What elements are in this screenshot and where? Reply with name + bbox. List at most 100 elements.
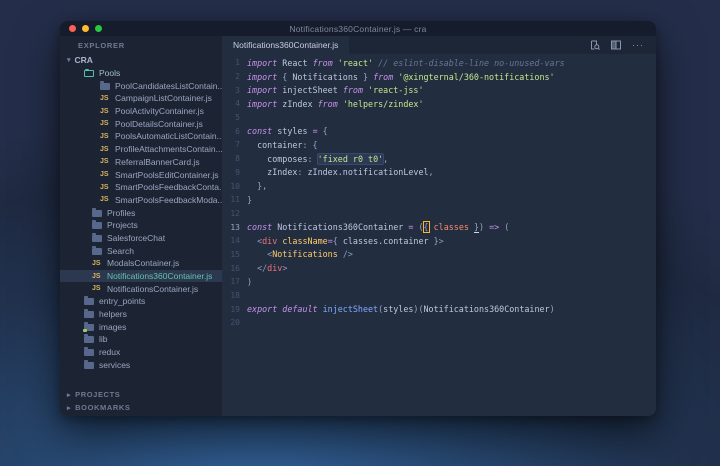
code-line[interactable]: 2 import { Notifications } from '@xingter… — [222, 70, 656, 84]
tree-item[interactable]: JS ReferralBannerCard.js — [60, 156, 222, 169]
tree-item-label: redux — [99, 347, 121, 358]
section-label: BOOKMARKS — [75, 403, 131, 412]
code-line[interactable]: 19 export default injectSheet(styles)(Not… — [222, 302, 656, 316]
code-line-text: import zIndex from 'helpers/zindex' — [247, 98, 424, 109]
line-number: 14 — [230, 236, 240, 246]
tree-item[interactable]: JS Notifications360Container.js — [60, 269, 222, 283]
code-line[interactable]: 9 zIndex: zIndex.notificationLevel, — [222, 166, 656, 180]
file-tree: Pools PoolCandidatesListContain... JS Campa… — [60, 67, 222, 372]
folder-icon — [84, 347, 94, 357]
line-number: 7 — [235, 140, 240, 150]
tree-item-label: Profiles — [107, 207, 136, 218]
line-number: 2 — [235, 72, 240, 82]
tree-item-label: entry_points — [99, 296, 146, 307]
code-line[interactable]: 3 import injectSheet from 'react-jss' — [222, 83, 656, 97]
code-line-text: container: { — [247, 139, 318, 150]
tree-item-label: SmartPoolsFeedbackModa... — [115, 194, 222, 205]
code-line[interactable]: 7 container: { — [222, 138, 656, 152]
chevron-down-icon: ▾ — [67, 57, 71, 65]
tree-item[interactable]: JS ModalsContainer.js — [60, 257, 222, 270]
line-number: 6 — [235, 126, 240, 136]
code-line[interactable]: 8 composes: 'fixed r0 t0', — [222, 152, 656, 166]
tree-item[interactable]: images — [60, 320, 222, 333]
code-line[interactable]: 17) — [222, 275, 656, 289]
tree-item[interactable]: Pools — [60, 67, 222, 80]
line-number: 8 — [235, 154, 240, 164]
code-line[interactable]: 10 }, — [222, 179, 656, 193]
tree-item[interactable]: redux — [60, 346, 222, 359]
tree-item[interactable]: JS PoolsAutomaticListContain... — [60, 130, 222, 143]
tree-item[interactable]: JS SmartPoolsEditContainer.js — [60, 168, 222, 181]
code-line-text: import injectSheet from 'react-jss' — [247, 85, 424, 96]
code-line-text: composes: 'fixed r0 t0', — [247, 153, 389, 164]
sidebar-section-projects[interactable]: ▸ PROJECTS — [60, 388, 222, 401]
close-button[interactable] — [69, 25, 76, 32]
folder-open-icon — [84, 69, 94, 78]
tab-bar: Notifications360Container.js ··· — [222, 36, 656, 54]
line-number: 10 — [230, 181, 240, 191]
code-line-text: const styles = { — [247, 126, 328, 137]
tree-item[interactable]: services — [60, 359, 222, 372]
line-number: 12 — [230, 208, 240, 218]
code-line[interactable]: 11} — [222, 193, 656, 207]
code-line[interactable]: 6 const styles = { — [222, 124, 656, 138]
tree-item-label: PoolsAutomaticListContain... — [115, 131, 222, 142]
code-line[interactable]: 1 import React from 'react' // eslint-dis… — [222, 56, 656, 70]
js-file-icon: JS — [92, 285, 101, 293]
code-line[interactable]: 5 — [222, 111, 656, 125]
tree-item[interactable]: JS ProfileAttachmentsContain... — [60, 143, 222, 156]
tree-item[interactable]: JS CampaignListContainer.js — [60, 92, 222, 105]
tree-item[interactable]: JS SmartPoolsFeedbackModa... — [60, 194, 222, 207]
tree-item[interactable]: JS PoolDetailsContainer.js — [60, 117, 222, 130]
tree-item[interactable]: JS PoolActivityContainer.js — [60, 105, 222, 118]
minimize-button[interactable] — [82, 25, 89, 32]
chevron-right-icon: ▸ — [67, 404, 72, 412]
folder-icon — [84, 309, 94, 319]
tree-item-label: PoolDetailsContainer.js — [115, 118, 203, 129]
tree-item[interactable]: lib — [60, 333, 222, 346]
folder-icon — [100, 80, 110, 90]
tree-item[interactable]: entry_points — [60, 295, 222, 308]
tree-root-cra[interactable]: ▾ CRA — [60, 54, 222, 67]
tree-item[interactable]: helpers — [60, 308, 222, 321]
code-line[interactable]: 16 </div> — [222, 261, 656, 275]
editor-window: Notifications360Container.js — cra EXPLO… — [60, 21, 656, 416]
code-line-text: } — [247, 194, 253, 205]
tree-item-label: SalesforceChat — [107, 232, 166, 243]
tree-item[interactable]: JS NotificationsContainer.js — [60, 282, 222, 295]
code-line[interactable]: 14 <div className={ classes.container }> — [222, 234, 656, 248]
code-line[interactable]: 13 const Notifications360Container = ({ c… — [222, 220, 656, 234]
tree-item[interactable]: Profiles — [60, 206, 222, 219]
tree-item-label: ModalsContainer.js — [107, 258, 180, 269]
code-line-text: const Notifications360Container = ({ cla… — [247, 221, 510, 234]
line-number: 9 — [235, 167, 240, 177]
tree-item[interactable]: Projects — [60, 219, 222, 232]
zoom-button[interactable] — [95, 25, 102, 32]
js-file-icon: JS — [100, 132, 109, 140]
open-preview-icon[interactable] — [590, 40, 600, 50]
tree-root-label: CRA — [74, 55, 93, 66]
code-line[interactable]: 12 — [222, 207, 656, 221]
traffic-lights — [69, 25, 102, 32]
tree-item[interactable]: JS SmartPoolsFeedbackConta... — [60, 181, 222, 194]
tree-item[interactable]: Search — [60, 244, 222, 257]
sidebar-sections: ▸ PROJECTS ▸ BOOKMARKS — [60, 388, 222, 416]
tree-item[interactable]: SalesforceChat — [60, 232, 222, 245]
code-line-text: </div> — [247, 263, 288, 274]
titlebar[interactable]: Notifications360Container.js — cra — [60, 21, 656, 36]
tree-item-label: lib — [99, 334, 108, 345]
tree-item-label: NotificationsContainer.js — [107, 283, 199, 294]
code-line-text: import { Notifications } from '@xingtern… — [247, 71, 555, 82]
tree-item[interactable]: PoolCandidatesListContain... — [60, 79, 222, 92]
tree-item-label: ProfileAttachmentsContain... — [115, 144, 222, 155]
code-line[interactable]: 15 <Notifications /> — [222, 248, 656, 262]
code-area[interactable]: 1 import React from 'react' // eslint-dis… — [222, 54, 656, 416]
code-line[interactable]: 4 import zIndex from 'helpers/zindex' — [222, 97, 656, 111]
code-line[interactable]: 18 — [222, 289, 656, 303]
more-actions-icon[interactable]: ··· — [632, 41, 644, 50]
sidebar-section-bookmarks[interactable]: ▸ BOOKMARKS — [60, 401, 222, 414]
tab-notifications360container[interactable]: Notifications360Container.js — [222, 36, 350, 54]
code-line-text: }, — [247, 181, 268, 192]
split-editor-icon[interactable] — [611, 40, 621, 50]
code-line[interactable]: 20 — [222, 316, 656, 330]
